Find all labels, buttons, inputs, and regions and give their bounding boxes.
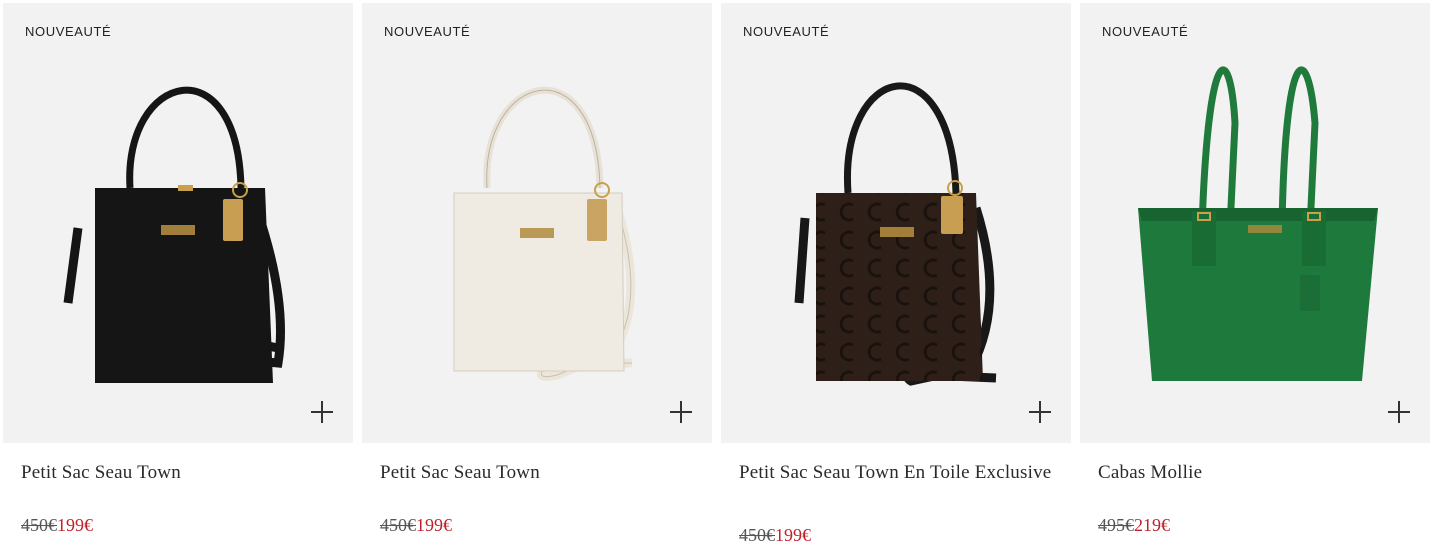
sale-price: 199€ <box>775 525 811 541</box>
sale-price: 199€ <box>57 515 93 535</box>
sale-price: 199€ <box>416 515 452 535</box>
product-image-area[interactable]: NOUVEAUTÉ <box>362 3 712 443</box>
product-name[interactable]: Petit Sac Seau Town <box>380 459 694 486</box>
product-image-area[interactable]: NOUVEAUTÉ <box>3 3 353 443</box>
product-card[interactable]: NOUVEAUTÉ Petit Sac Seau Town 450€199€ <box>3 3 353 541</box>
original-price: 495€ <box>1098 515 1134 535</box>
product-name[interactable]: Petit Sac Seau Town <box>21 459 335 486</box>
product-price: 495€219€ <box>1098 514 1170 536</box>
product-name[interactable]: Petit Sac Seau Town En Toile Exclusive <box>739 459 1053 486</box>
green-tote-bag-image[interactable] <box>1080 3 1430 443</box>
product-card[interactable]: NOUVEAUTÉ Petit Sac Seau Town En Toile E… <box>721 3 1071 541</box>
product-image-area[interactable]: NOUVEAUTÉ <box>1080 3 1430 443</box>
original-price: 450€ <box>21 515 57 535</box>
original-price: 450€ <box>739 525 775 541</box>
product-price: 450€199€ <box>739 524 811 541</box>
sale-price: 219€ <box>1134 515 1170 535</box>
original-price: 450€ <box>380 515 416 535</box>
product-price: 450€199€ <box>380 514 452 536</box>
add-to-cart-plus-icon[interactable] <box>311 401 333 423</box>
product-image-area[interactable]: NOUVEAUTÉ <box>721 3 1071 443</box>
add-to-cart-plus-icon[interactable] <box>1029 401 1051 423</box>
black-bucket-bag-image[interactable] <box>3 3 353 443</box>
white-bucket-bag-image[interactable] <box>362 3 712 443</box>
product-grid: NOUVEAUTÉ Petit Sac Seau Town 450€199€ N… <box>0 0 1434 541</box>
product-card[interactable]: NOUVEAUTÉ Cabas Mollie 495€219€ <box>1080 3 1430 541</box>
brown-signature-bucket-bag-image[interactable] <box>721 3 1071 443</box>
product-name[interactable]: Cabas Mollie <box>1098 459 1412 486</box>
add-to-cart-plus-icon[interactable] <box>670 401 692 423</box>
add-to-cart-plus-icon[interactable] <box>1388 401 1410 423</box>
product-card[interactable]: NOUVEAUTÉ Petit Sac Seau Town 450€199€ <box>362 3 712 541</box>
product-price: 450€199€ <box>21 514 93 536</box>
